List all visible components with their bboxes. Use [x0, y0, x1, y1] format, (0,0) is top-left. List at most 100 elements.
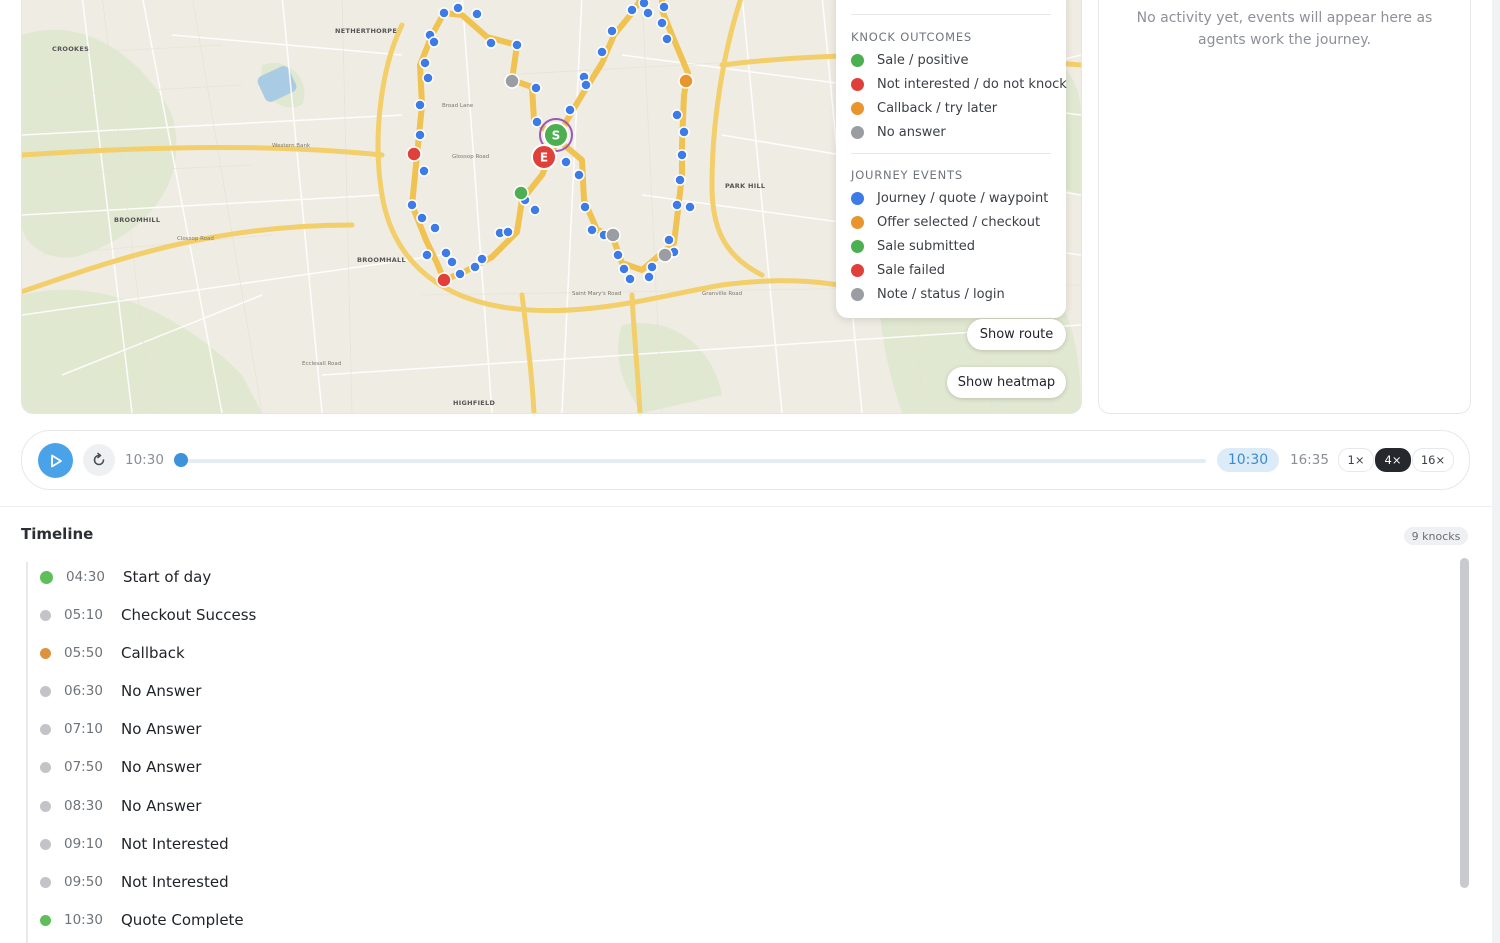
timeline-item-time: 06:30 — [64, 683, 103, 699]
timeline-item-label: No Answer — [121, 682, 202, 700]
timeline-item-time: 09:10 — [64, 836, 103, 852]
timeline-item-label: No Answer — [121, 720, 202, 738]
svg-text:NETHERTHORPE: NETHERTHORPE — [335, 27, 397, 35]
green-dot-icon — [851, 54, 864, 67]
timeline-item-label: Start of day — [123, 568, 212, 586]
page-scroll-gutter — [1492, 0, 1500, 943]
show-route-button[interactable]: Show route — [967, 319, 1066, 350]
legend-item-sale-submitted: Sale submitted — [851, 239, 975, 254]
legend-item-label: Journey / quote / waypoint — [877, 191, 1049, 206]
red-dot-icon — [851, 264, 864, 277]
timeline-item-label: Checkout Success — [121, 606, 257, 624]
svg-text:Broad Lane: Broad Lane — [442, 103, 474, 109]
legend-item-label: Sale / positive — [877, 53, 969, 68]
map-legend: KNOCK OUTCOMES Sale / positive Not inter… — [836, 0, 1067, 318]
progress-track[interactable] — [180, 459, 1206, 463]
restart-button[interactable] — [83, 444, 115, 476]
start-time: 10:30 — [125, 452, 164, 468]
show-heatmap-button[interactable]: Show heatmap — [947, 367, 1066, 398]
svg-text:BROOMHALL: BROOMHALL — [357, 256, 406, 264]
timeline-item[interactable]: 06:30 No Answer — [40, 680, 201, 702]
speed-16x-button[interactable]: 16× — [1412, 448, 1454, 472]
legend-item-label: Note / status / login — [877, 287, 1005, 302]
timeline-item[interactable]: 10:30 Quote Complete — [40, 909, 244, 931]
legend-item-sale-positive: Sale / positive — [851, 53, 968, 68]
legend-item-offer-selected: Offer selected / checkout — [851, 215, 1040, 230]
legend-item-no-answer: No answer — [851, 125, 946, 140]
status-dot-icon — [40, 838, 51, 850]
svg-text:Clossop Road: Clossop Road — [177, 236, 214, 242]
legend-item-not-interested: Not interested / do not knock — [851, 77, 1067, 92]
legend-item-label: Offer selected / checkout — [877, 215, 1041, 230]
timeline-item-time: 07:50 — [64, 759, 103, 775]
progress-handle[interactable] — [174, 453, 188, 467]
activity-empty-message: No activity yet, events will appear here… — [1136, 10, 1433, 48]
end-marker-label: E — [540, 151, 548, 165]
legend-item-label: No answer — [877, 125, 946, 140]
svg-text:BROOMHILL: BROOMHILL — [114, 216, 160, 224]
svg-text:Saint Mary's Road: Saint Mary's Road — [572, 291, 621, 297]
speed-4x-button[interactable]: 4× — [1375, 448, 1411, 472]
legend-divider — [851, 153, 1051, 154]
green-dot-icon — [851, 240, 864, 253]
svg-text:PARK HILL: PARK HILL — [725, 182, 765, 190]
timeline-item-label: No Answer — [121, 758, 202, 776]
status-dot-icon — [40, 723, 51, 735]
timeline-item[interactable]: 05:10 Checkout Success — [40, 604, 256, 626]
status-dot-icon — [40, 609, 51, 621]
status-dot-icon — [40, 876, 51, 888]
status-dot-icon — [40, 685, 51, 697]
status-dot-icon — [40, 914, 51, 926]
timeline-item-time: 09:50 — [64, 874, 103, 890]
legend-item-label: Sale submitted — [877, 239, 975, 254]
timeline-item[interactable]: 09:10 Not Interested — [40, 833, 229, 855]
red-dot-icon — [851, 78, 864, 91]
legend-item-label: Callback / try later — [877, 101, 998, 116]
svg-text:Ecclesall Road: Ecclesall Road — [302, 361, 341, 367]
timeline-item-label: Not Interested — [121, 835, 229, 853]
svg-text:Granville Road: Granville Road — [702, 291, 742, 297]
timeline-rail — [26, 562, 28, 943]
timeline-item-time: 05:10 — [64, 607, 103, 623]
start-marker-label: S — [552, 129, 561, 143]
timeline-item[interactable]: 09:50 Not Interested — [40, 871, 229, 893]
timeline-item-time: 05:50 — [64, 645, 103, 661]
legend-divider — [851, 14, 1051, 15]
timeline-item-label: Not Interested — [121, 873, 229, 891]
timeline-item[interactable]: 08:30 No Answer — [40, 795, 201, 817]
speed-1x-button[interactable]: 1× — [1338, 448, 1374, 472]
timeline-item-time: 08:30 — [64, 798, 103, 814]
legend-item-label: Not interested / do not knock — [877, 77, 1067, 92]
svg-text:Glossop Road: Glossop Road — [452, 154, 489, 160]
knock-outcomes-heading: KNOCK OUTCOMES — [851, 30, 973, 44]
play-icon — [50, 454, 62, 467]
timeline-item[interactable]: 04:30 Start of day — [40, 566, 211, 588]
timeline-item[interactable]: 07:10 No Answer — [40, 718, 201, 740]
section-divider — [0, 506, 1492, 507]
orange-dot-icon — [851, 216, 864, 229]
timeline-item-label: No Answer — [121, 797, 202, 815]
status-dot-icon — [40, 800, 51, 812]
activity-panel: No activity yet, events will appear here… — [1098, 0, 1471, 414]
timeline-scrollbar[interactable] — [1460, 558, 1469, 888]
end-time: 16:35 — [1290, 452, 1329, 468]
timeline-item-time: 10:30 — [64, 912, 103, 928]
timeline-item[interactable]: 07:50 No Answer — [40, 756, 201, 778]
grey-dot-icon — [851, 288, 864, 301]
status-dot-icon — [40, 647, 51, 659]
journey-events-heading: JOURNEY EVENTS — [851, 168, 963, 182]
svg-text:Western Bank: Western Bank — [272, 143, 311, 149]
timeline-item[interactable]: 05:50 Callback — [40, 642, 185, 664]
playback-bar: 10:30 10:30 16:35 1× 4× 16× — [21, 430, 1470, 490]
timeline-item-label: Quote Complete — [121, 911, 244, 929]
timeline-item-time: 04:30 — [66, 569, 105, 585]
timeline-title: Timeline — [21, 525, 94, 543]
current-time: 10:30 — [1217, 448, 1279, 472]
legend-item-callback: Callback / try later — [851, 101, 997, 116]
legend-item-sale-failed: Sale failed — [851, 263, 945, 278]
restart-icon — [93, 452, 105, 466]
svg-text:CROOKES: CROOKES — [52, 45, 89, 53]
knock-count-badge: 9 knocks — [1404, 527, 1468, 545]
status-dot-icon — [40, 761, 51, 773]
play-button[interactable] — [38, 443, 73, 478]
